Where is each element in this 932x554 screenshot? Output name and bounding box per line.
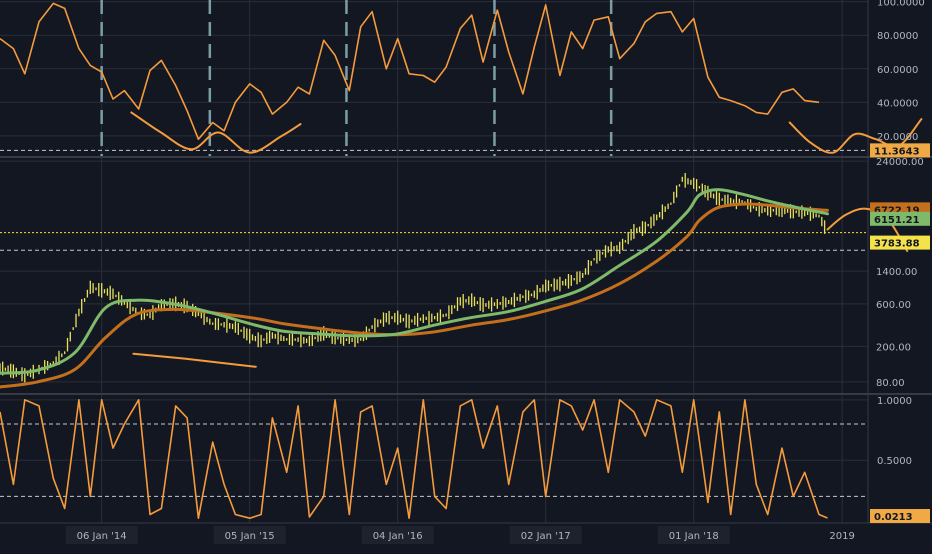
bottom-y-tick-label: 1.0000 bbox=[877, 396, 912, 407]
green-ma-value-label: 6151.21 bbox=[874, 215, 920, 226]
top-y-tick-label: 100.0000 bbox=[877, 0, 925, 9]
bottom-y-tick-label: 0.5000 bbox=[877, 456, 912, 467]
time-axis-label: 04 Jan '16 bbox=[373, 531, 423, 542]
multi-panel-chart[interactable]: 100.0000 80.0000 60.0000 40.0000 20.0000 11.3… bbox=[0, 0, 932, 550]
time-axis-background bbox=[0, 524, 932, 550]
price-y-tick-label: 200.00 bbox=[876, 342, 911, 353]
time-axis-label: 01 Jan '18 bbox=[669, 531, 719, 542]
time-axis-label: 05 Jan '15 bbox=[225, 531, 275, 542]
price-y-tick-label: 1400.00 bbox=[876, 267, 917, 278]
top-y-tick-label: 20.0000 bbox=[877, 132, 918, 143]
top-last-value-label: 11.3643 bbox=[874, 146, 920, 157]
time-axis-label: 06 Jan '14 bbox=[77, 531, 127, 542]
time-axis-label: 02 Jan '17 bbox=[521, 531, 571, 542]
time-axis-label: 2019 bbox=[829, 531, 854, 542]
price-y-tick-label: 600.00 bbox=[876, 300, 911, 311]
current-price-label: 3783.88 bbox=[874, 239, 920, 250]
chart-stage: 100.0000 80.0000 60.0000 40.0000 20.0000 11.3… bbox=[0, 0, 932, 550]
background bbox=[0, 0, 932, 550]
price-y-tick-label: 24000.00 bbox=[876, 157, 924, 168]
bottom-last-value-label: 0.0213 bbox=[874, 512, 913, 523]
top-y-tick-label: 80.0000 bbox=[877, 31, 918, 42]
top-y-tick-label: 40.0000 bbox=[877, 98, 918, 109]
top-y-tick-label: 60.0000 bbox=[877, 65, 918, 76]
price-y-tick-label: 80.00 bbox=[876, 378, 905, 389]
grid-layer bbox=[0, 0, 932, 550]
